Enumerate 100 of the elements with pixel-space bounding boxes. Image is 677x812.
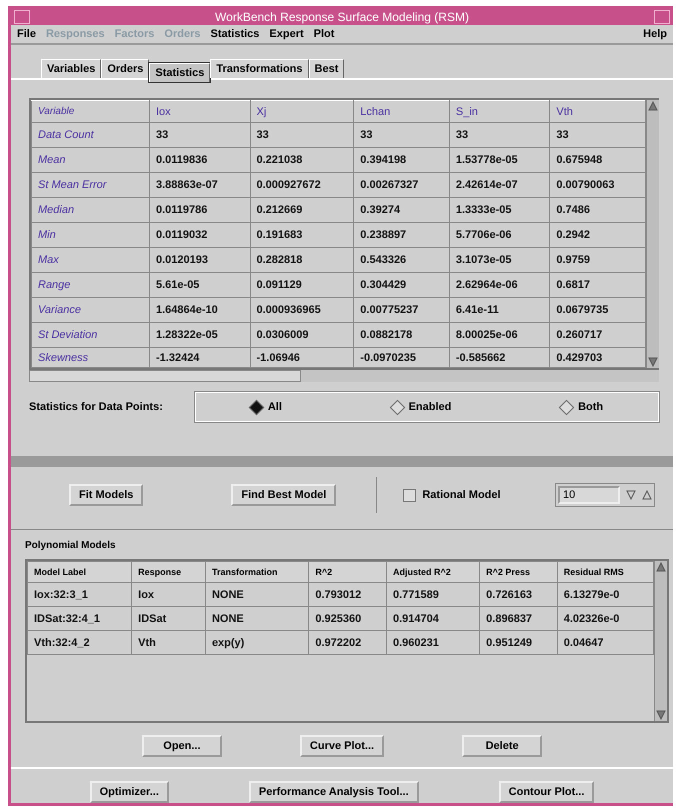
column-header: Vth xyxy=(550,100,646,123)
column-header: Lchan xyxy=(354,100,450,123)
table-cell: 33 xyxy=(550,122,646,148)
horizontal-scrollbar[interactable] xyxy=(29,370,659,382)
checkbox[interactable] xyxy=(403,488,416,502)
down-arrow-icon[interactable] xyxy=(648,357,658,368)
table-cell: 0.960231 xyxy=(386,630,480,655)
radio-option[interactable]: Enabled xyxy=(392,401,452,414)
column-header: Residual RMS xyxy=(557,562,654,583)
table-cell: Vth:32:4_2 xyxy=(28,630,132,655)
column-header: Model Label xyxy=(28,562,132,583)
table-cell: 0.6817 xyxy=(550,272,646,298)
window-title: WorkBench Response Surface Modeling (RSM) xyxy=(214,10,470,24)
table-cell: 0.771589 xyxy=(386,582,480,607)
menu-item[interactable]: Statistics xyxy=(210,28,260,40)
model-button[interactable]: Open... xyxy=(142,735,222,758)
down-arrow-icon[interactable] xyxy=(626,490,636,500)
table-cell: 0.00790063 xyxy=(550,172,646,198)
table-cell: 0.0119786 xyxy=(150,198,250,223)
table-cell: 8.00025e-06 xyxy=(449,322,550,348)
table-cell: 0.191683 xyxy=(250,222,354,248)
group-title: Polynomial Models xyxy=(25,540,117,552)
table-cell: 0.39274 xyxy=(354,198,450,223)
table-cell: -1.32424 xyxy=(150,348,250,368)
find-best-model-button[interactable]: Find Best Model xyxy=(231,484,336,506)
table-cell: 0.9759 xyxy=(550,248,646,273)
tab[interactable]: Variables xyxy=(41,59,102,78)
table-cell: 33 xyxy=(449,122,550,148)
table-cell: 4.02326e-0 xyxy=(557,606,654,631)
radio-option[interactable]: All xyxy=(250,401,282,414)
table-cell: 1.3333e-05 xyxy=(449,198,550,223)
table-cell: 0.394198 xyxy=(354,148,450,173)
table-cell: 0.000927672 xyxy=(250,172,354,198)
menu-item[interactable]: File xyxy=(17,28,36,40)
up-arrow-icon[interactable] xyxy=(642,490,652,500)
table-cell: 0.000936965 xyxy=(250,298,354,323)
table-cell: 0.04647 xyxy=(557,630,654,655)
column-header: Variable xyxy=(32,100,150,123)
table-cell: 0.212669 xyxy=(250,198,354,223)
vertical-scrollbar[interactable] xyxy=(654,561,667,722)
table-cell: 0.972202 xyxy=(308,630,386,655)
menu-item[interactable]: Plot xyxy=(314,28,334,40)
tool-button[interactable]: Optimizer... xyxy=(90,781,169,804)
row-label: Range xyxy=(32,272,150,298)
model-button[interactable]: Delete xyxy=(462,735,542,758)
row-label: St Mean Error xyxy=(32,172,150,198)
up-arrow-icon[interactable] xyxy=(648,101,658,112)
table-cell: -0.585662 xyxy=(449,348,550,368)
column-header: R^2 Press xyxy=(480,562,558,583)
menu-item[interactable]: Expert xyxy=(269,28,304,40)
radio-option[interactable]: Both xyxy=(561,401,604,414)
row-label: Data Count xyxy=(32,122,150,148)
table-cell: IDSat:32:4_1 xyxy=(28,606,132,631)
table-cell: 0.0119836 xyxy=(150,148,250,173)
column-header: Xj xyxy=(250,100,354,123)
table-cell: 33 xyxy=(250,122,354,148)
tab[interactable]: Best xyxy=(308,59,344,78)
table-cell: 0.896837 xyxy=(480,606,558,631)
table-cell: -0.0970235 xyxy=(354,348,450,368)
tool-button[interactable]: Contour Plot... xyxy=(498,781,594,804)
table-cell: 1.53778e-05 xyxy=(449,148,550,173)
spin-box[interactable]: 10 xyxy=(555,483,655,508)
table-cell: 0.00775237 xyxy=(354,298,450,323)
table-cell: 3.88863e-07 xyxy=(150,172,250,198)
column-header: Iox xyxy=(150,100,250,123)
down-arrow-icon[interactable] xyxy=(656,710,666,720)
tool-button[interactable]: Performance Analysis Tool... xyxy=(248,781,419,804)
table-cell: 0.0120193 xyxy=(150,248,250,273)
data-points-label: Statistics for Data Points: xyxy=(29,401,164,414)
table-cell: 0.793012 xyxy=(308,582,386,607)
fit-models-button[interactable]: Fit Models xyxy=(69,484,144,506)
menu-item[interactable]: Help xyxy=(643,28,667,40)
table-cell: 0.951249 xyxy=(480,630,558,655)
column-header: Transformation xyxy=(205,562,309,583)
row-label: Min xyxy=(32,222,150,248)
table-cell: 0.925360 xyxy=(308,606,386,631)
table-cell: 33 xyxy=(150,122,250,148)
count-field[interactable]: 10 xyxy=(558,486,620,504)
tab[interactable]: Orders xyxy=(101,59,150,78)
row-label: Variance xyxy=(32,298,150,323)
table-cell: 0.0119032 xyxy=(150,222,250,248)
row-label: Mean xyxy=(32,148,150,173)
row-label: Median xyxy=(32,198,150,223)
table-cell: 5.61e-05 xyxy=(150,272,250,298)
table-cell: 0.675948 xyxy=(550,148,646,173)
vertical-scrollbar[interactable] xyxy=(646,100,659,368)
table-cell: 0.429703 xyxy=(550,348,646,368)
table-cell: 0.091129 xyxy=(250,272,354,298)
up-arrow-icon[interactable] xyxy=(656,562,666,572)
tab[interactable]: Statistics xyxy=(149,63,210,82)
table-cell: 0.0306009 xyxy=(250,322,354,348)
table-cell: 1.28322e-05 xyxy=(150,322,250,348)
column-header: R^2 xyxy=(308,562,386,583)
table-cell: 0.00267327 xyxy=(354,172,450,198)
table-cell: 33 xyxy=(354,122,450,148)
table-cell: 6.13279e-0 xyxy=(557,582,654,607)
table-cell: 0.238897 xyxy=(354,222,450,248)
tab[interactable]: Transformations xyxy=(210,59,309,78)
model-button[interactable]: Curve Plot... xyxy=(300,735,384,758)
table-cell: 0.260717 xyxy=(550,322,646,348)
